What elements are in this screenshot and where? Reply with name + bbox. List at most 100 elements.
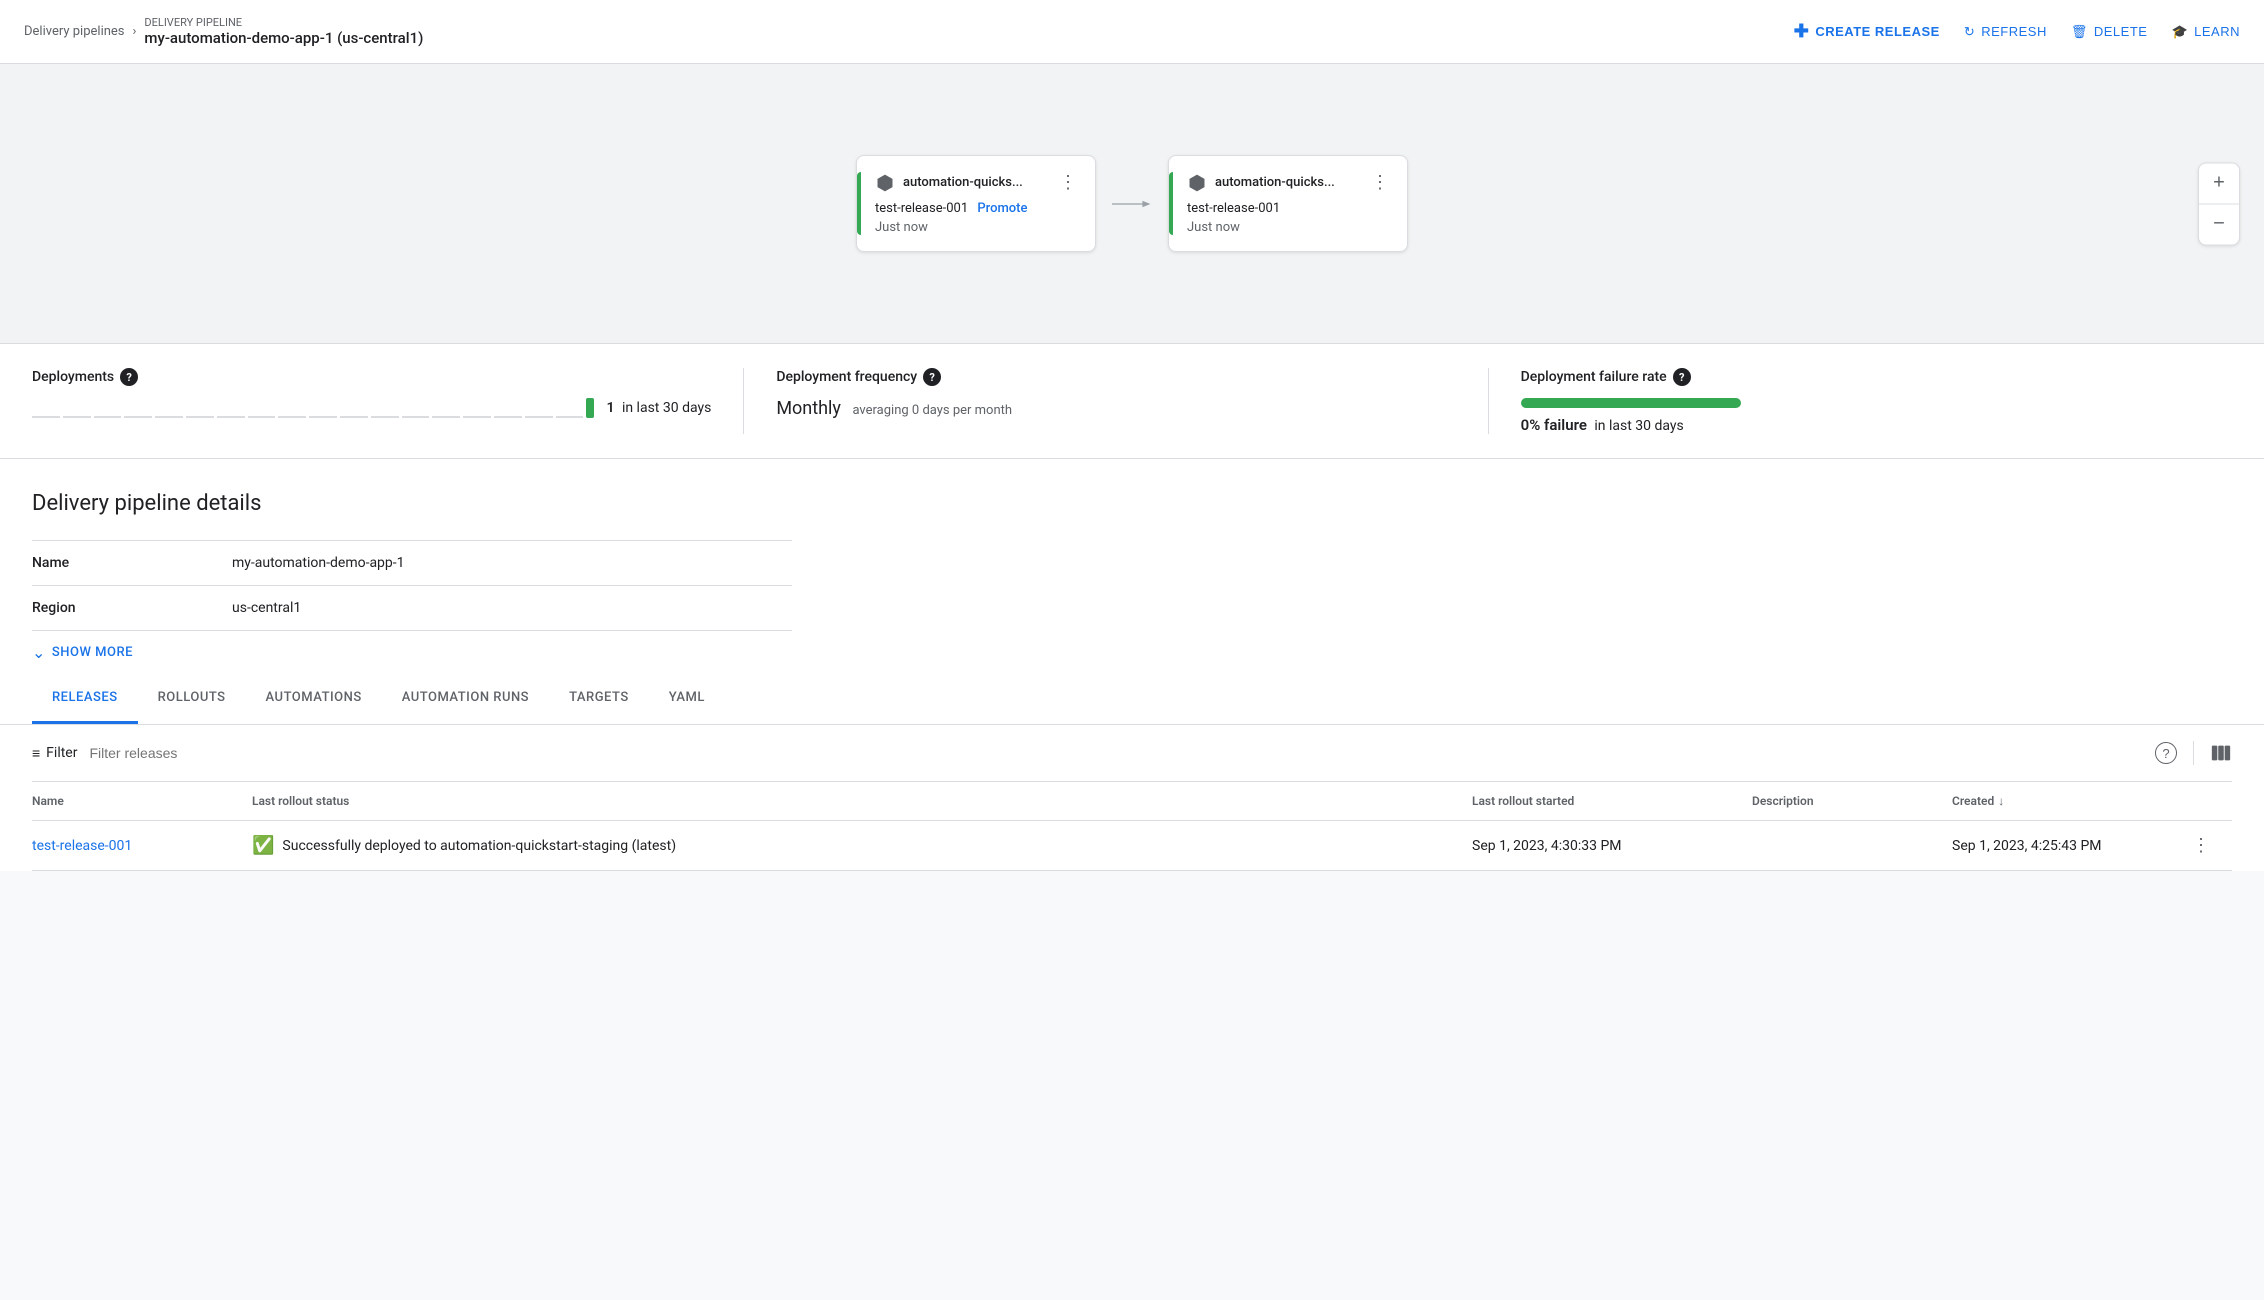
node2-menu-icon[interactable]: ⋮ (1371, 172, 1389, 193)
deployments-bar: 1 in last 30 days (32, 398, 711, 418)
breadcrumb-parent-link[interactable]: Delivery pipelines (24, 24, 125, 39)
arrow-connector (1096, 196, 1168, 212)
breadcrumb: Delivery pipelines › DELIVERY PIPELINE m… (24, 16, 423, 47)
plus-icon: ✚ (1794, 21, 1810, 42)
metrics-section: Deployments ? 1 in last 30 days (0, 344, 2264, 459)
frequency-help-icon[interactable]: ? (923, 368, 941, 386)
pipeline-canvas: automation-quicks... ⋮ test-release-001 … (0, 64, 2264, 344)
col-rollout-started: Last rollout started (1472, 794, 1752, 808)
node1-header: automation-quicks... (875, 173, 1023, 193)
create-release-button[interactable]: ✚ CREATE RELEASE (1794, 21, 1940, 42)
col-created[interactable]: Created ↓ (1952, 794, 2192, 808)
delete-button[interactable]: 🗑 DELETE (2071, 24, 2148, 40)
tab-rollouts[interactable]: ROLLOUTS (138, 674, 246, 724)
node1-icon (875, 173, 895, 193)
pipeline-name: my-automation-demo-app-1 (us-central1) (144, 29, 423, 47)
pipeline-nodes: automation-quicks... ⋮ test-release-001 … (856, 155, 1408, 252)
col-actions (2192, 794, 2232, 808)
filter-label: Filter (46, 745, 77, 761)
rollout-status-cell: ✅ Successfully deployed to automation-qu… (252, 835, 1472, 856)
deployments-metric: Deployments ? 1 in last 30 days (32, 368, 744, 434)
status-success-icon: ✅ (252, 835, 274, 856)
pipeline-node-2: automation-quicks... ⋮ test-release-001 … (1168, 155, 1408, 252)
tabs: RELEASES ROLLOUTS AUTOMATIONS AUTOMATION… (32, 674, 2232, 724)
chevron-down-icon: ⌄ (32, 643, 46, 662)
deployments-help-icon[interactable]: ? (120, 368, 138, 386)
details-row-region: Region us-central1 (32, 586, 792, 631)
filter-bar-right: ? (2155, 741, 2232, 765)
refresh-label: REFRESH (1981, 24, 2047, 39)
top-bar: Delivery pipelines › DELIVERY PIPELINE m… (0, 0, 2264, 64)
col-name: Name (32, 794, 252, 808)
table-row: test-release-001 ✅ Successfully deployed… (32, 821, 2232, 871)
learn-label: LEARN (2194, 24, 2240, 39)
name-label: Name (32, 555, 232, 571)
top-actions: ✚ CREATE RELEASE ↻ REFRESH 🗑 DELETE 🎓 LE… (1794, 21, 2240, 42)
show-more-button[interactable]: ⌄ SHOW MORE (32, 631, 2232, 674)
node2-release: test-release-001 (1187, 201, 1389, 216)
rollout-started-cell: Sep 1, 2023, 4:30:33 PM (1472, 838, 1752, 854)
frequency-value: Monthly averaging 0 days per month (776, 398, 1455, 419)
delete-label: DELETE (2094, 24, 2148, 39)
details-row-name: Name my-automation-demo-app-1 (32, 541, 792, 586)
row-menu-icon[interactable]: ⋮ (2192, 835, 2232, 856)
failure-title: Deployment failure rate ? (1521, 368, 2200, 386)
tabs-section: RELEASES ROLLOUTS AUTOMATIONS AUTOMATION… (0, 674, 2264, 725)
failure-help-icon[interactable]: ? (1673, 368, 1691, 386)
node1-release: test-release-001 Promote (875, 201, 1077, 216)
help-icon-button[interactable]: ? (2155, 742, 2177, 764)
releases-section: ≡ Filter ? Name Last rollout status (0, 725, 2264, 871)
node2-time: Just now (1187, 220, 1389, 235)
columns-icon (2210, 742, 2232, 764)
created-cell: Sep 1, 2023, 4:25:43 PM (1952, 838, 2192, 854)
name-value: my-automation-demo-app-1 (232, 555, 405, 571)
details-section: Delivery pipeline details Name my-automa… (0, 459, 2264, 674)
create-release-label: CREATE RELEASE (1815, 24, 1940, 39)
node1-menu-icon[interactable]: ⋮ (1059, 172, 1077, 193)
failure-value: 0% failure in last 30 days (1521, 416, 2200, 434)
node1-name: automation-quicks... (903, 175, 1023, 190)
col-rollout-status: Last rollout status (252, 794, 1472, 808)
region-label: Region (32, 600, 232, 616)
refresh-icon: ↻ (1964, 24, 1975, 40)
filter-divider (2193, 741, 2194, 765)
filter-bar: ≡ Filter ? (32, 725, 2232, 782)
refresh-button[interactable]: ↻ REFRESH (1964, 24, 2047, 40)
failure-bar-wrap (1521, 398, 2200, 408)
tab-releases[interactable]: RELEASES (32, 674, 138, 724)
learn-icon: 🎓 (2171, 24, 2188, 40)
frequency-metric: Deployment frequency ? Monthly averaging… (776, 368, 1488, 434)
sort-desc-icon: ↓ (1998, 794, 2004, 808)
pipeline-section-label: DELIVERY PIPELINE (144, 16, 423, 29)
node2-header: automation-quicks... (1187, 173, 1335, 193)
zoom-out-button[interactable]: − (2199, 204, 2239, 244)
breadcrumb-chevron: › (133, 24, 137, 39)
promote-link[interactable]: Promote (977, 201, 1027, 216)
tab-yaml[interactable]: YAML (649, 674, 725, 724)
node2-icon (1187, 173, 1207, 193)
tab-automations[interactable]: AUTOMATIONS (246, 674, 382, 724)
filter-button[interactable]: ≡ Filter (32, 745, 77, 762)
release-name-link[interactable]: test-release-001 (32, 838, 252, 854)
bar-dashes (32, 398, 594, 418)
failure-bar (1521, 398, 1741, 408)
tab-automation-runs[interactable]: AUTOMATION RUNS (382, 674, 549, 724)
frequency-title: Deployment frequency ? (776, 368, 1455, 386)
table-header: Name Last rollout status Last rollout st… (32, 782, 2232, 821)
details-title: Delivery pipeline details (32, 491, 2232, 516)
columns-button[interactable] (2210, 742, 2232, 764)
arrow-icon (1112, 196, 1152, 212)
deployments-title: Deployments ? (32, 368, 711, 386)
filter-lines-icon: ≡ (32, 745, 40, 762)
node2-name: automation-quicks... (1215, 175, 1335, 190)
details-table: Name my-automation-demo-app-1 Region us-… (32, 540, 792, 631)
breadcrumb-current: DELIVERY PIPELINE my-automation-demo-app… (144, 16, 423, 47)
delete-icon: 🗑 (2071, 24, 2088, 40)
pipeline-node-1: automation-quicks... ⋮ test-release-001 … (856, 155, 1096, 252)
zoom-in-button[interactable]: + (2199, 163, 2239, 203)
learn-button[interactable]: 🎓 LEARN (2171, 24, 2240, 40)
deployments-value: 1 in last 30 days (606, 400, 711, 416)
col-description: Description (1752, 794, 1952, 808)
tab-targets[interactable]: TARGETS (549, 674, 649, 724)
filter-input[interactable] (89, 745, 2143, 761)
